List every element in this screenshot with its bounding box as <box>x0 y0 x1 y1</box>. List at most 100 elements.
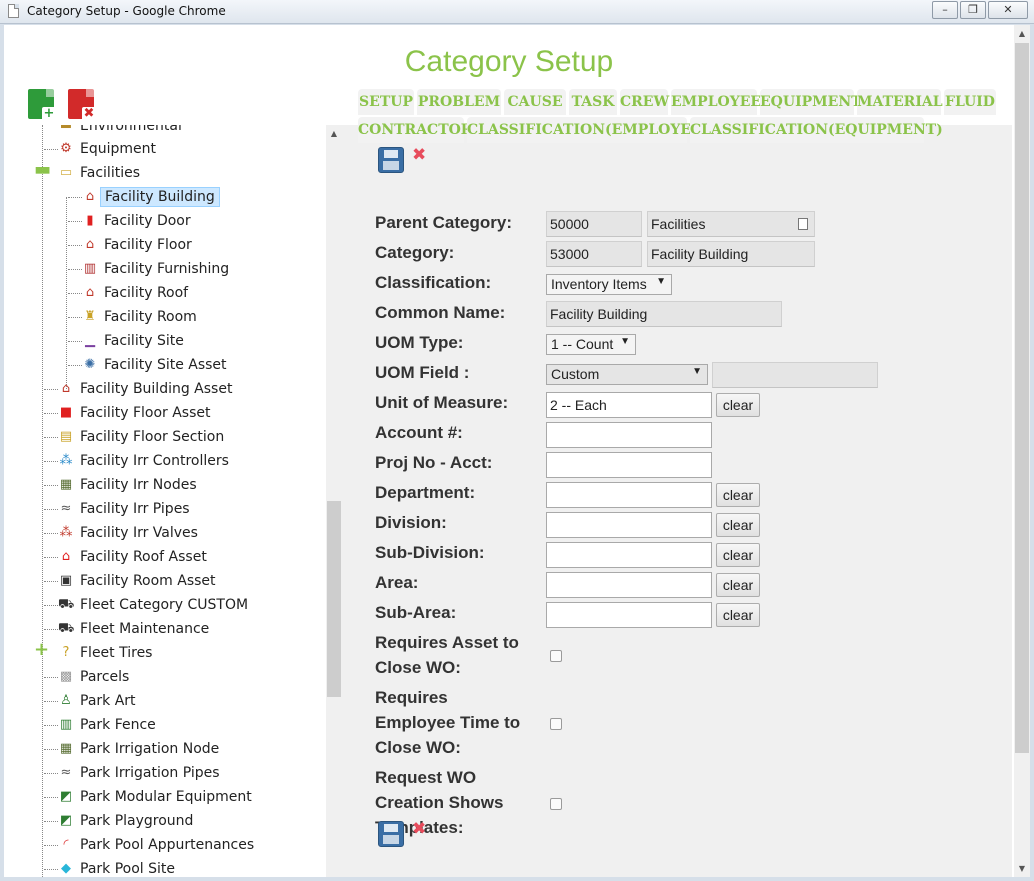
tree-item-facility-roof-asset[interactable]: ⌂ Facility Roof Asset <box>58 546 207 568</box>
dropdown-arrow-icon: ▼ <box>620 336 630 347</box>
clear-area-button[interactable]: clear <box>716 573 760 597</box>
parent-category-name-field[interactable]: Facilities <box>647 211 815 237</box>
uom-field-select[interactable]: Custom ▼ <box>546 364 708 385</box>
tree-item-facility-irr-nodes[interactable]: ▦ Facility Irr Nodes <box>58 474 197 496</box>
tree-item-facility-site[interactable]: ▁ Facility Site <box>82 330 184 352</box>
close-button[interactable]: ✕ <box>988 1 1028 19</box>
cancel-icon[interactable]: ✖ <box>412 147 426 164</box>
parent-category-code: 50000 <box>546 211 642 237</box>
tree-item-park-playground[interactable]: ◩ Park Playground <box>58 810 194 832</box>
scroll-up-arrow-icon[interactable]: ▲ <box>326 129 342 138</box>
area-input[interactable] <box>546 572 712 598</box>
label-line: Requires <box>375 688 448 707</box>
save-icon[interactable] <box>378 147 404 173</box>
tree-item-park-fence[interactable]: ▥ Park Fence <box>58 714 156 736</box>
lookup-icon[interactable] <box>798 218 808 230</box>
tab-fluid[interactable]: FLUID <box>944 89 996 115</box>
tree-item-facility-irr-controllers[interactable]: ⁂ Facility Irr Controllers <box>58 450 229 472</box>
tree-scrollbar[interactable]: ▲ <box>326 125 342 877</box>
department-input[interactable] <box>546 482 712 508</box>
tree-item-equipment[interactable]: ⚙ Equipment <box>58 138 156 160</box>
tab-classification-employee[interactable]: CLASSIFICATION(EMPLOYEE) <box>467 117 708 143</box>
tree-item-facility-building[interactable]: ⌂ Facility Building <box>82 186 220 208</box>
clear-sub-division-button[interactable]: clear <box>716 543 760 567</box>
tab-classification-equipment[interactable]: CLASSIFICATION(EQUIPMENT) <box>690 117 943 143</box>
scroll-down-arrow-icon[interactable]: ▼ <box>1014 864 1030 873</box>
tree-item-facility-floor-section[interactable]: ▤ Facility Floor Section <box>58 426 224 448</box>
tree-item-facility-room[interactable]: ♜ Facility Room <box>82 306 197 328</box>
requires-employee-time-checkbox[interactable] <box>550 718 562 730</box>
tab-problem[interactable]: PROBLEM <box>417 89 501 115</box>
tab-crew[interactable]: CREW <box>620 89 669 115</box>
tree-item-park-art[interactable]: ♙ Park Art <box>58 690 135 712</box>
save-icon[interactable] <box>378 821 404 847</box>
request-templates-checkbox[interactable] <box>550 798 562 810</box>
tab-equipment[interactable]: EQUIPMENT <box>760 89 862 115</box>
tab-employee[interactable]: EMPLOYEE <box>671 89 761 115</box>
irrigation-node-icon: ▦ <box>59 741 73 756</box>
tree-item-park-irrigation-node[interactable]: ▦ Park Irrigation Node <box>58 738 219 760</box>
label-line: Request WO <box>375 768 477 787</box>
classification-select[interactable]: Inventory Items ▼ <box>546 274 672 295</box>
tree-item-facility-furnishing[interactable]: ▥ Facility Furnishing <box>82 258 229 280</box>
tab-setup[interactable]: SETUP <box>358 89 414 115</box>
cancel-icon[interactable]: ✖ <box>412 821 426 838</box>
delete-category-button[interactable]: ✖ <box>68 89 96 121</box>
tree-item-facility-building-asset[interactable]: ⌂ Facility Building Asset <box>58 378 233 400</box>
area-label: Area: <box>375 573 419 592</box>
scroll-up-arrow-icon[interactable]: ▲ <box>1014 29 1030 38</box>
maximize-button[interactable]: ❐ <box>960 1 986 19</box>
clear-unit-of-measure-button[interactable]: clear <box>716 393 760 417</box>
tab-material[interactable]: MATERIAL <box>857 89 943 115</box>
clear-department-button[interactable]: clear <box>716 483 760 507</box>
tree-item-fleet-maintenance[interactable]: ⛟ Fleet Maintenance <box>58 618 209 640</box>
tree-scroll-thumb[interactable] <box>327 501 341 697</box>
tree-item-facility-irr-valves[interactable]: ⁂ Facility Irr Valves <box>58 522 198 544</box>
expand-fleet-tires-toggle[interactable]: + <box>34 641 49 659</box>
modular-equipment-icon: ◩ <box>59 789 73 804</box>
uom-type-select[interactable]: 1 -- Count ▼ <box>546 334 636 355</box>
tab-contractor[interactable]: CONTRACTOR <box>358 117 472 143</box>
minimize-button[interactable]: – <box>932 1 958 19</box>
tree-item-park-pool-appurtenances[interactable]: ◜ Park Pool Appurtenances <box>58 834 254 856</box>
tree-guide-line <box>42 125 43 877</box>
unit-of-measure-input[interactable]: 2 -- Each <box>546 392 712 418</box>
tree-item-facility-floor[interactable]: ⌂ Facility Floor <box>82 234 192 256</box>
page-scrollbar[interactable]: ▲ ▼ <box>1014 25 1030 877</box>
collapse-facilities-toggle[interactable]: ▬ <box>34 161 51 179</box>
sub-division-input[interactable] <box>546 542 712 568</box>
common-name-field[interactable]: Facility Building <box>546 301 782 327</box>
clear-division-button[interactable]: clear <box>716 513 760 537</box>
account-input[interactable] <box>546 422 712 448</box>
tree-item[interactable]: ▬ Environmental <box>58 125 182 137</box>
tree-item-facility-floor-asset[interactable]: ■ Facility Floor Asset <box>58 402 211 424</box>
tab-cause[interactable]: CAUSE <box>504 89 566 115</box>
furnishing-icon: ▥ <box>83 261 97 276</box>
division-input[interactable] <box>546 512 712 538</box>
tree-item-park-irrigation-pipes[interactable]: ≈ Park Irrigation Pipes <box>58 762 220 784</box>
tree-item-fleet-tires[interactable]: ? Fleet Tires <box>58 642 153 664</box>
tree-item-parcels[interactable]: ▩ Parcels <box>58 666 130 688</box>
irr-pipe-icon: ≈ <box>60 501 72 516</box>
dropdown-arrow-icon: ▼ <box>656 276 666 287</box>
sub-area-input[interactable] <box>546 602 712 628</box>
tree-item-facility-roof[interactable]: ⌂ Facility Roof <box>82 282 188 304</box>
proj-no-label: Proj No - Acct: <box>375 453 493 472</box>
add-category-button[interactable]: + <box>28 89 56 121</box>
tree-item-facility-site-asset[interactable]: ✺ Facility Site Asset <box>82 354 227 376</box>
account-label: Account #: <box>375 423 463 442</box>
page-scroll-thumb[interactable] <box>1015 43 1029 753</box>
proj-no-input[interactable] <box>546 452 712 478</box>
tree-item-label: Facility Door <box>104 213 191 229</box>
requires-asset-checkbox[interactable] <box>550 650 562 662</box>
tree-item-park-modular-equipment[interactable]: ◩ Park Modular Equipment <box>58 786 252 808</box>
tree-item-facilities[interactable]: ▭ Facilities <box>58 162 140 184</box>
tree-item-facility-irr-pipes[interactable]: ≈ Facility Irr Pipes <box>58 498 190 520</box>
tree-item-facility-room-asset[interactable]: ▣ Facility Room Asset <box>58 570 216 592</box>
uom-field-extra-input[interactable] <box>712 362 878 388</box>
tree-item-fleet-category-custom[interactable]: ⛟ Fleet Category CUSTOM <box>58 594 248 616</box>
tree-item-park-pool-site[interactable]: ◆ Park Pool Site <box>58 858 175 877</box>
tab-task[interactable]: TASK <box>569 89 617 115</box>
tree-item-facility-door[interactable]: ▮ Facility Door <box>82 210 191 232</box>
clear-sub-area-button[interactable]: clear <box>716 603 760 627</box>
